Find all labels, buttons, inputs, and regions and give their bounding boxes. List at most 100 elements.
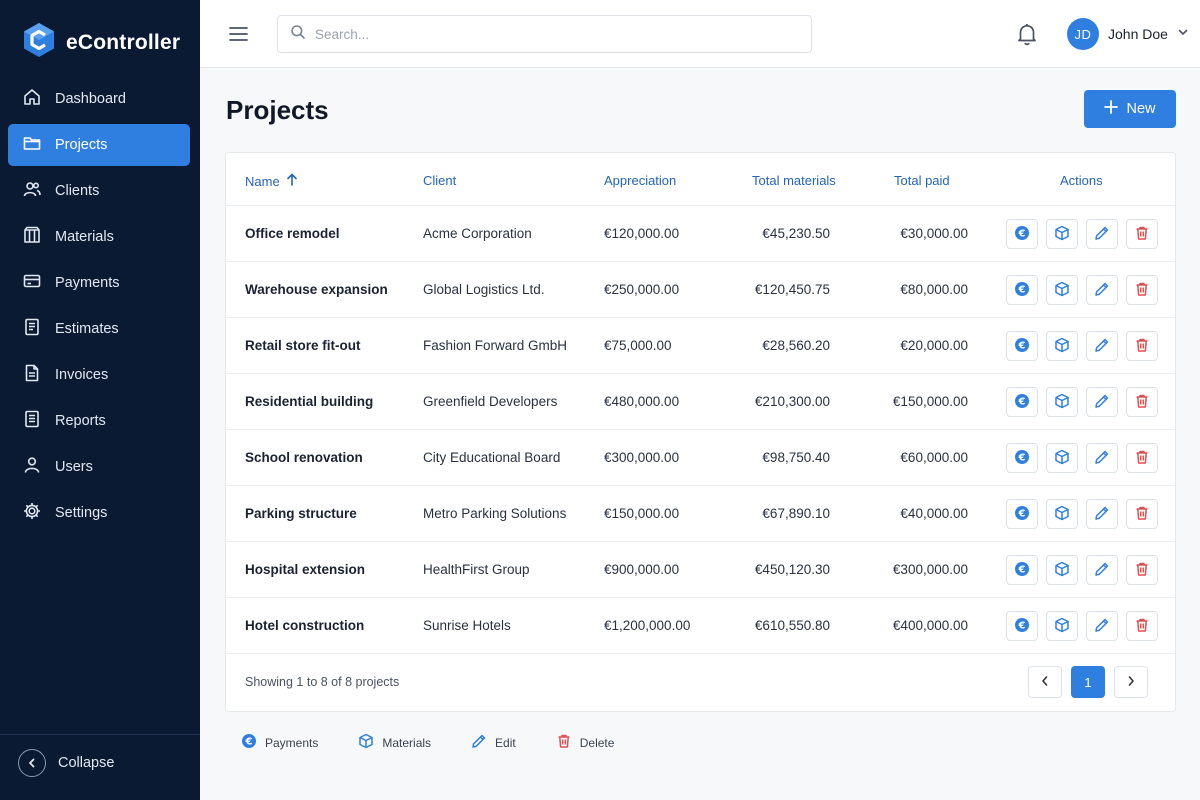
euro-coin-icon: € [1014, 393, 1030, 412]
edit-button[interactable] [1086, 499, 1118, 529]
sidebar-item-clients[interactable]: Clients [8, 170, 190, 212]
edit-button[interactable] [1086, 611, 1118, 641]
page-title: Projects [226, 95, 329, 125]
appreciation-value: €75,000.00 [604, 338, 672, 353]
new-button-label: New [1126, 101, 1156, 117]
collapse-button[interactable]: Collapse [18, 749, 114, 777]
sidebar-item-label: Invoices [55, 367, 109, 383]
table-row[interactable]: Retail store fit-out Fashion Forward GmbH… [226, 318, 1175, 374]
materials-button[interactable] [1046, 555, 1078, 585]
edit-button[interactable] [1086, 443, 1118, 473]
home-icon [22, 87, 42, 111]
sidebar-item-payments[interactable]: Payments [8, 262, 190, 304]
sidebar-item-estimates[interactable]: Estimates [8, 308, 190, 350]
column-header-label: Name [245, 173, 280, 189]
payments-button[interactable]: € [1006, 331, 1038, 361]
column-header-total-materials[interactable]: Total materials [752, 173, 836, 188]
appreciation-value: €1,200,000.00 [604, 618, 691, 633]
row-actions: € [1006, 387, 1158, 417]
delete-button[interactable] [1126, 555, 1158, 585]
sidebar-item-projects[interactable]: Projects [8, 124, 190, 166]
column-header-name[interactable]: Name [245, 173, 298, 189]
materials-button[interactable] [1046, 275, 1078, 305]
user-menu[interactable]: JD John Doe [1067, 18, 1189, 50]
clients-icon [22, 179, 42, 203]
sidebar-item-materials[interactable]: Materials [8, 216, 190, 258]
sidebar-item-dashboard[interactable]: Dashboard [8, 78, 190, 120]
pencil-icon [1094, 337, 1110, 356]
delete-button[interactable] [1126, 331, 1158, 361]
delete-button[interactable] [1126, 443, 1158, 473]
edit-button[interactable] [1086, 387, 1118, 417]
cube-icon [1054, 449, 1070, 468]
materials-button[interactable] [1046, 219, 1078, 249]
brand[interactable]: eController [22, 22, 180, 63]
sidebar-item-invoices[interactable]: Invoices [8, 354, 190, 396]
sidebar-item-label: Estimates [55, 321, 119, 337]
materials-button[interactable] [1046, 499, 1078, 529]
trash-icon [1134, 225, 1150, 244]
notification-bell-icon[interactable] [1016, 22, 1038, 51]
trash-icon [556, 733, 572, 752]
column-header-appreciation[interactable]: Appreciation [604, 173, 676, 188]
row-actions: € [1006, 443, 1158, 473]
table-row[interactable]: Parking structure Metro Parking Solutions… [226, 486, 1175, 542]
payments-button[interactable]: € [1006, 275, 1038, 305]
payments-button[interactable]: € [1006, 219, 1038, 249]
appreciation-value: €300,000.00 [604, 450, 680, 465]
row-actions: € [1006, 555, 1158, 585]
edit-button[interactable] [1086, 555, 1118, 585]
appreciation-value: €250,000.00 [604, 282, 680, 297]
table-row[interactable]: Office remodel Acme Corporation €120,000.0… [226, 206, 1175, 262]
sidebar-divider [0, 734, 200, 735]
materials-button[interactable] [1046, 611, 1078, 641]
row-actions: € [1006, 275, 1158, 305]
estimate-icon [22, 317, 42, 341]
sidebar-item-settings[interactable]: Settings [8, 492, 190, 534]
table-row[interactable]: Warehouse expansion Global Logistics Ltd.… [226, 262, 1175, 318]
delete-button[interactable] [1126, 387, 1158, 417]
table-row[interactable]: Residential building Greenfield Developer… [226, 374, 1175, 430]
materials-button[interactable] [1046, 443, 1078, 473]
client-name: Metro Parking Solutions [423, 506, 567, 521]
report-icon [22, 409, 42, 433]
payments-button[interactable]: € [1006, 443, 1038, 473]
gear-icon [22, 501, 42, 525]
payments-button[interactable]: € [1006, 499, 1038, 529]
project-name: Hospital extension [245, 562, 366, 577]
delete-button[interactable] [1126, 219, 1158, 249]
page-button-1[interactable]: 1 [1071, 666, 1105, 698]
payments-button[interactable]: € [1006, 555, 1038, 585]
new-project-button[interactable]: New [1084, 90, 1176, 128]
client-name: Sunrise Hotels [423, 618, 511, 633]
sidebar-item-users[interactable]: Users [8, 446, 190, 488]
column-header-client[interactable]: Client [423, 173, 456, 188]
euro-coin-icon: € [1014, 225, 1030, 244]
table-row[interactable]: Hospital extension HealthFirst Group €900,… [226, 542, 1175, 598]
hamburger-menu-icon[interactable] [227, 22, 251, 46]
total-materials-value: €450,120.30 [754, 562, 830, 577]
client-name: Fashion Forward GmbH [423, 338, 568, 353]
payments-button[interactable]: € [1006, 611, 1038, 641]
previous-page-button[interactable] [1028, 666, 1062, 698]
column-header-total-paid[interactable]: Total paid [894, 173, 950, 188]
materials-button[interactable] [1046, 331, 1078, 361]
next-page-button[interactable] [1114, 666, 1148, 698]
edit-button[interactable] [1086, 331, 1118, 361]
edit-button[interactable] [1086, 219, 1118, 249]
sidebar-item-reports[interactable]: Reports [8, 400, 190, 442]
total-paid-value: €30,000.00 [900, 226, 968, 241]
payments-button[interactable]: € [1006, 387, 1038, 417]
delete-button[interactable] [1126, 611, 1158, 641]
column-header-actions: Actions [1060, 173, 1103, 188]
materials-button[interactable] [1046, 387, 1078, 417]
search-input[interactable] [315, 26, 795, 42]
appreciation-value: €150,000.00 [604, 506, 680, 521]
table-row[interactable]: School renovation City Educational Board €… [226, 430, 1175, 486]
sidebar-item-label: Clients [55, 183, 100, 199]
trash-icon [1134, 505, 1150, 524]
delete-button[interactable] [1126, 499, 1158, 529]
table-row[interactable]: Hotel construction Sunrise Hotels €1,200,0… [226, 598, 1175, 654]
delete-button[interactable] [1126, 275, 1158, 305]
edit-button[interactable] [1086, 275, 1118, 305]
